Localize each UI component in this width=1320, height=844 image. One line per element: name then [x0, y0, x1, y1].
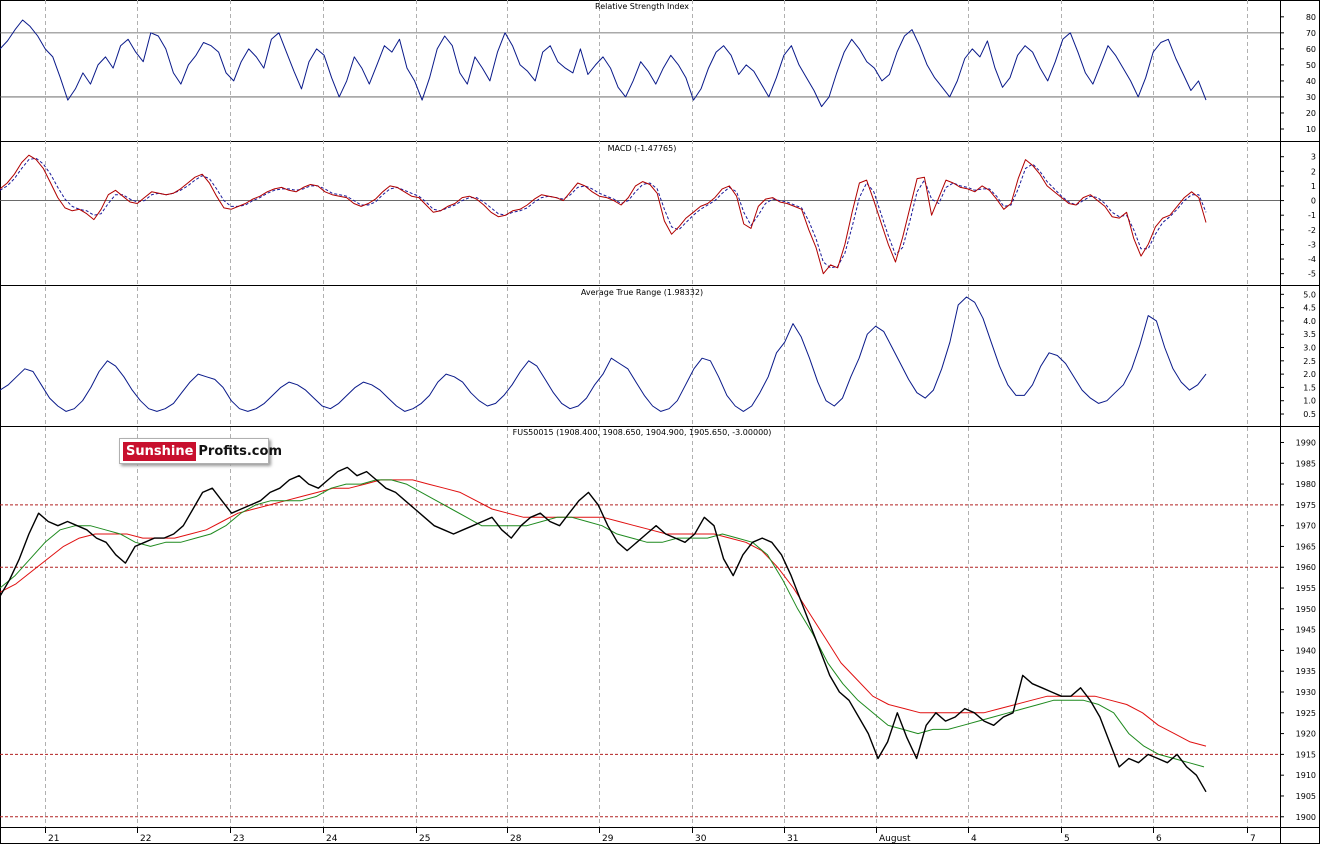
y-tick-label: 70 — [1306, 29, 1316, 38]
price-line — [0, 466, 1207, 793]
y-tick-label: 1910 — [1296, 771, 1316, 780]
x-tick-label: 29 — [602, 834, 614, 844]
x-tick-label: 7 — [1250, 834, 1256, 844]
y-tick-label: 0.5 — [1303, 410, 1316, 419]
y-tick-label: 1975 — [1296, 501, 1316, 510]
x-tick-label: 21 — [48, 834, 59, 844]
y-tick-label: 4.0 — [1303, 317, 1316, 326]
y-tick-label: 1.5 — [1303, 383, 1316, 392]
y-tick-label: 1955 — [1296, 584, 1316, 593]
y-axis-ticks: 10 20 30 40 50 60 70 80 -5 -4 -3 -2 -1 0 1 2 3 0.5 1.0 1.5 2… — [1280, 13, 1316, 822]
x-tick-label: August — [879, 834, 911, 844]
y-tick-label: 10 — [1306, 125, 1316, 134]
y-tick-label: 1990 — [1296, 438, 1316, 447]
macd-line — [0, 154, 1207, 275]
atr-line — [0, 296, 1207, 412]
moving-average-slow — [0, 479, 1207, 747]
y-tick-label: -2 — [1308, 226, 1316, 235]
series-lines — [0, 19, 1207, 793]
y-tick-label: 1980 — [1296, 480, 1316, 489]
y-tick-label: 1 — [1311, 182, 1316, 191]
y-tick-label: -4 — [1308, 255, 1316, 264]
y-tick-label: 1985 — [1296, 459, 1316, 468]
date-gridlines — [45, 0, 1248, 827]
y-tick-label: -5 — [1308, 270, 1316, 279]
x-tick-label: 6 — [1156, 834, 1162, 844]
x-tick-label: 30 — [695, 834, 707, 844]
price-title: FUS50015 (1908.400, 1908.650, 1904.900, … — [513, 428, 772, 437]
y-tick-label: 1970 — [1296, 522, 1316, 531]
sunshine-profits-logo: Sunshine Profits.com — [119, 438, 282, 464]
y-tick-label: 2 — [1311, 167, 1316, 176]
y-tick-label: 1945 — [1296, 626, 1316, 635]
x-tick-label: 4 — [971, 834, 977, 844]
x-tick-label: 22 — [140, 834, 151, 844]
y-tick-label: 5.0 — [1303, 290, 1316, 299]
panel-frames — [0, 0, 1320, 844]
x-tick-label: 25 — [419, 834, 430, 844]
y-tick-label: 1900 — [1296, 813, 1316, 822]
outer-frame — [0, 0, 1320, 844]
x-tick-label: 31 — [787, 834, 798, 844]
atr-title: Average True Range (1.98332) — [581, 288, 703, 297]
y-tick-label: 3 — [1311, 153, 1316, 162]
y-tick-label: 1940 — [1296, 646, 1316, 655]
x-tick-label: 23 — [233, 834, 244, 844]
y-tick-label: 3.0 — [1303, 344, 1316, 353]
x-axis-labels: 21 22 23 24 25 28 29 30 31 August 4 5 6 7 — [45, 827, 1256, 844]
x-tick-label: 5 — [1064, 834, 1070, 844]
y-tick-label: 1915 — [1296, 750, 1316, 759]
y-tick-label: 1905 — [1296, 792, 1316, 801]
y-tick-label: 40 — [1306, 77, 1316, 86]
y-tick-label: 0 — [1311, 197, 1316, 206]
y-tick-label: 1925 — [1296, 709, 1316, 718]
y-tick-label: -1 — [1308, 211, 1316, 220]
y-tick-label: 60 — [1306, 45, 1316, 54]
y-tick-label: 1935 — [1296, 667, 1316, 676]
x-tick-label: 24 — [326, 834, 338, 844]
y-tick-label: 1930 — [1296, 688, 1316, 697]
y-tick-label: 4.5 — [1303, 304, 1316, 313]
chart-area: 1020304050607080-5-4-3-2-101230.51.01.52… — [0, 0, 1320, 844]
y-tick-label: 30 — [1306, 93, 1316, 102]
logo-sunshine: Sunshine — [123, 441, 197, 461]
macd-signal-line — [0, 157, 1207, 269]
y-tick-label: -3 — [1308, 240, 1316, 249]
x-tick-label: 28 — [510, 834, 522, 844]
y-tick-label: 2.0 — [1303, 370, 1316, 379]
moving-average-fast — [0, 479, 1205, 768]
y-tick-label: 1920 — [1296, 730, 1316, 739]
y-tick-label: 1960 — [1296, 563, 1316, 572]
y-tick-label: 1.0 — [1303, 397, 1316, 406]
macd-title: MACD (-1.47765) — [608, 144, 677, 153]
logo-profits: Profits.com — [198, 443, 282, 459]
y-tick-label: 1965 — [1296, 542, 1316, 551]
y-tick-label: 1950 — [1296, 605, 1316, 614]
y-tick-label: 2.5 — [1303, 357, 1316, 366]
y-tick-label: 80 — [1306, 13, 1316, 22]
y-tick-label: 20 — [1306, 109, 1316, 118]
rsi-title: Relative Strength Index — [595, 2, 689, 11]
y-tick-label: 50 — [1306, 61, 1316, 70]
y-tick-label: 3.5 — [1303, 330, 1316, 339]
